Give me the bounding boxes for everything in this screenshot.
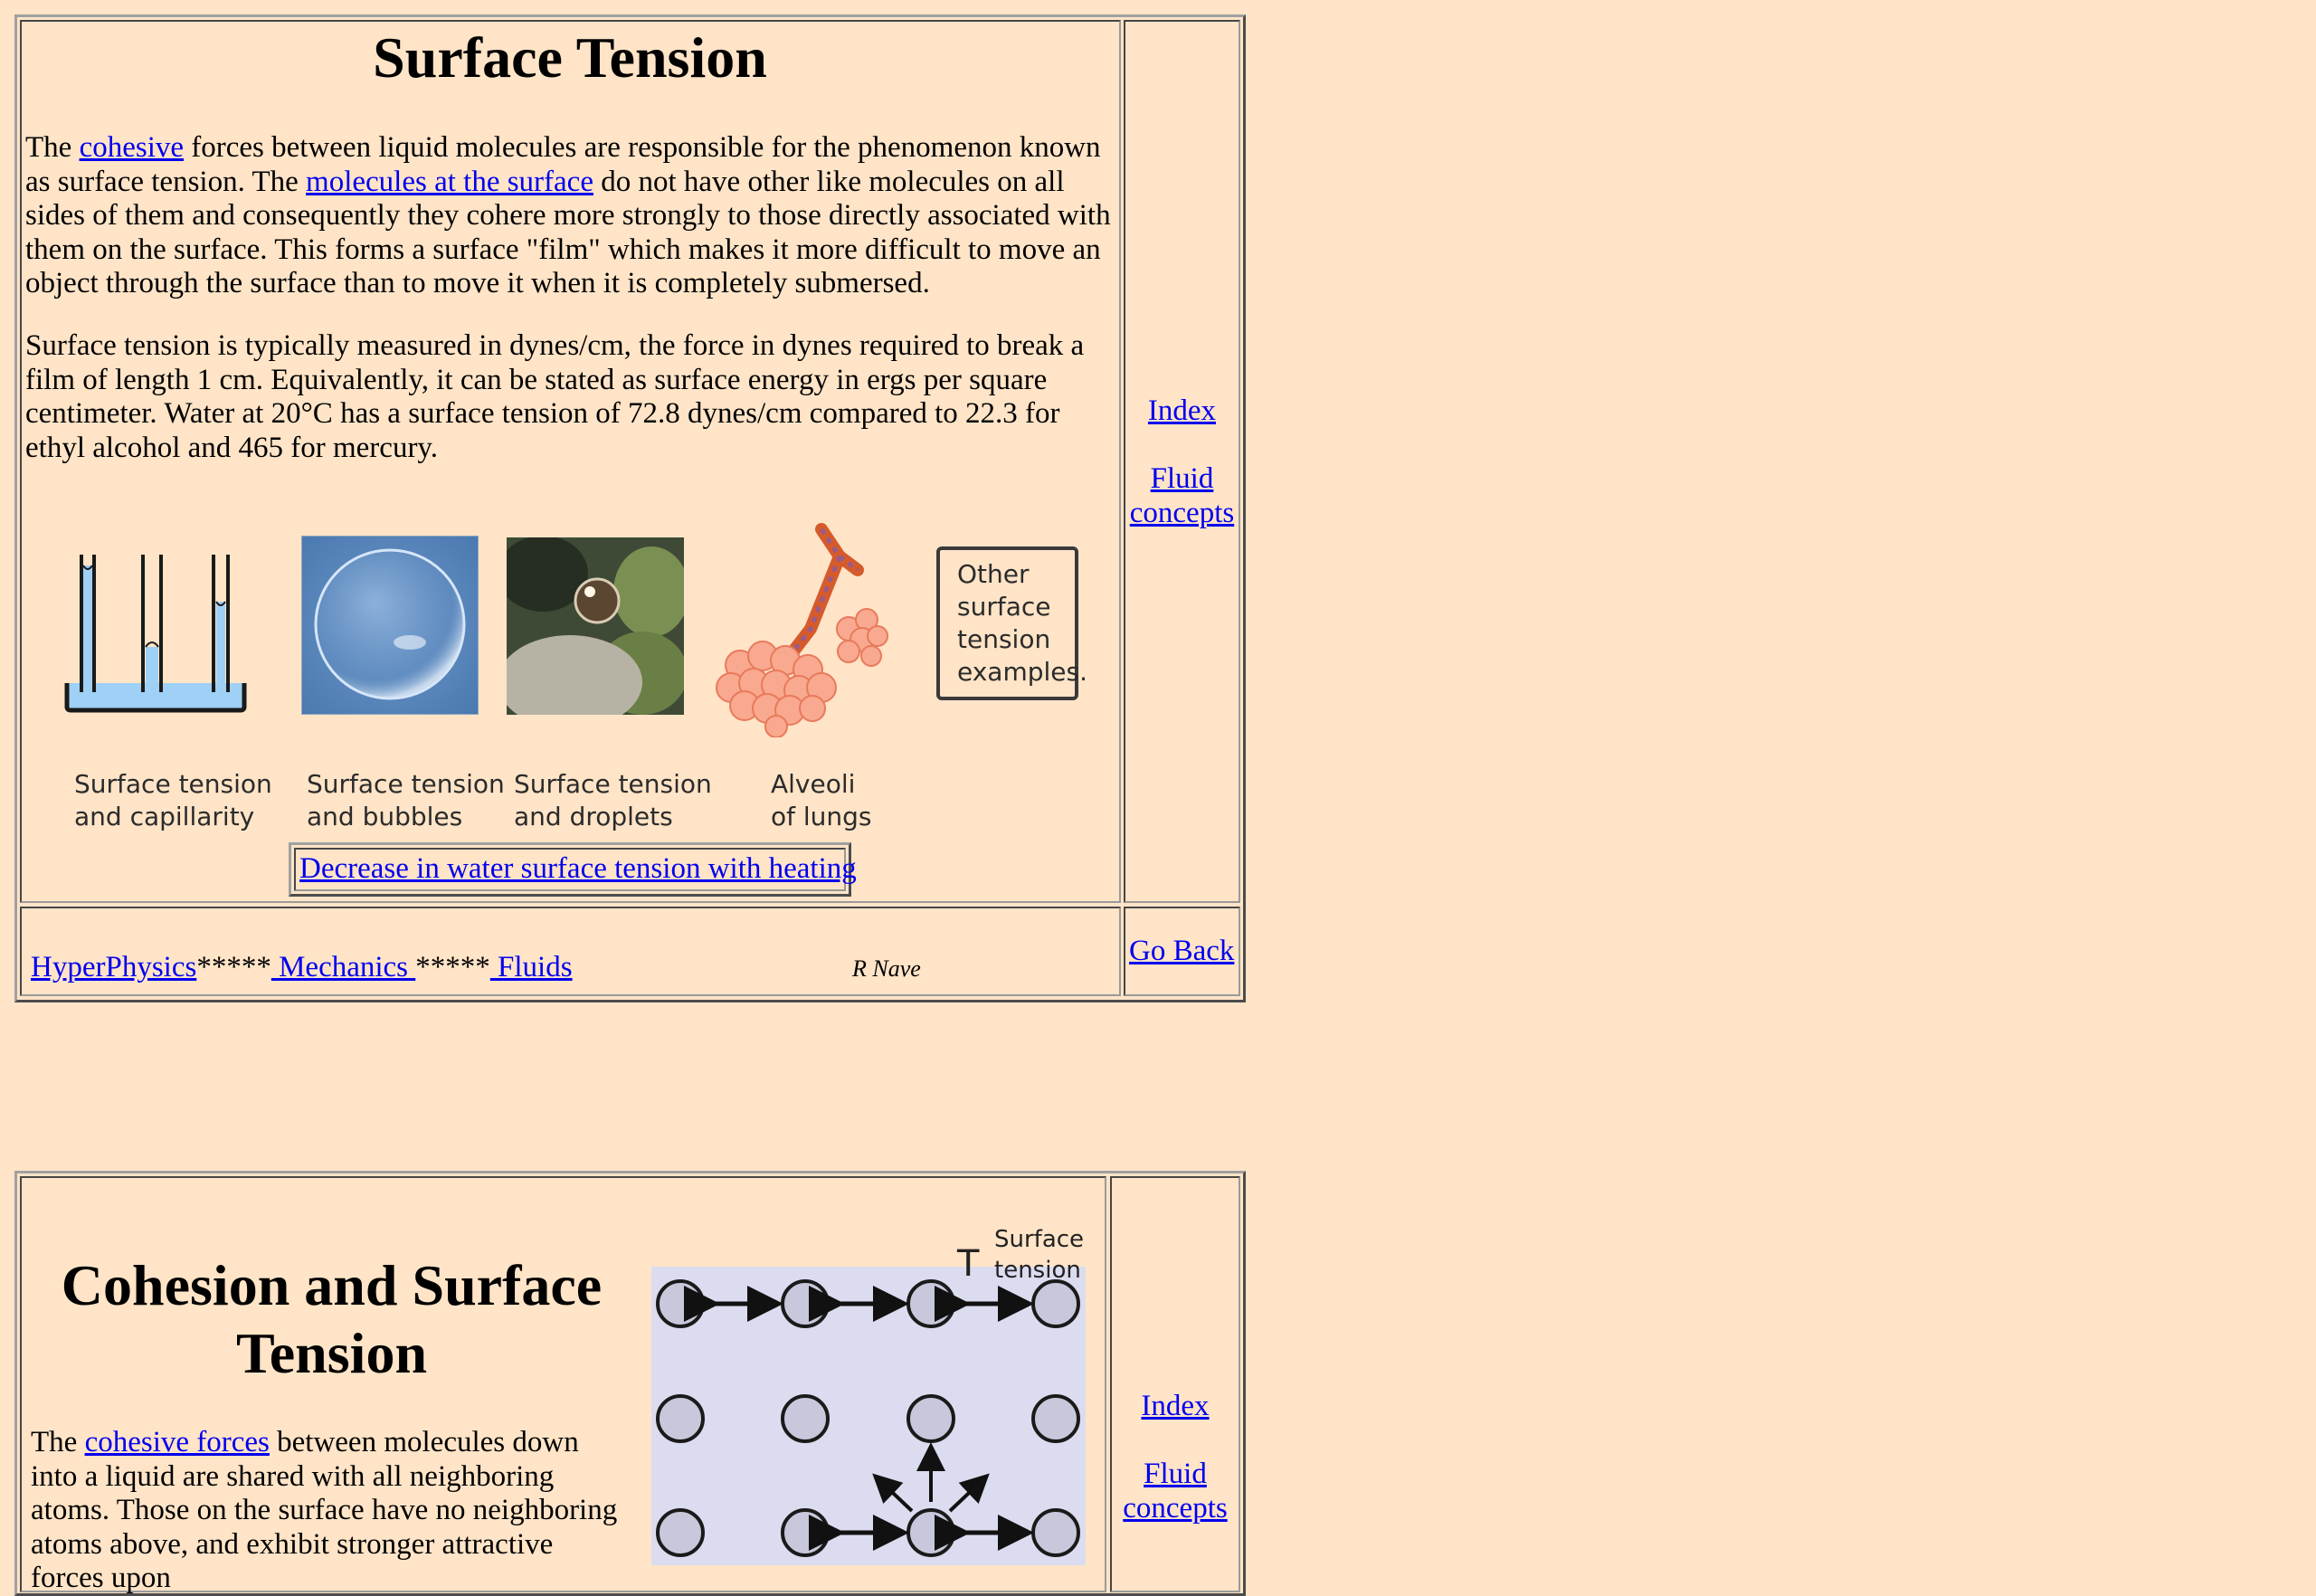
intro-paragraph: The cohesive forces between liquid molec…: [25, 131, 1115, 301]
breadcrumb: HyperPhysics***** Mechanics ***** Fluids: [31, 951, 573, 985]
droplet-image[interactable]: [507, 537, 684, 715]
side-nav-2-fluid: Fluid concepts: [1112, 1457, 1239, 1525]
bubbles-caption: Surface tension and bubbles: [307, 769, 505, 831]
index-link[interactable]: Index: [1148, 394, 1216, 428]
side-nav-1-fluid: Fluid concepts: [1125, 461, 1239, 530]
cohesion-paragraph: The cohesive forces between molecules do…: [31, 1426, 628, 1596]
fluid-concepts-link[interactable]: Fluid concepts: [1125, 461, 1239, 530]
breadcrumb-separator: *****: [415, 951, 490, 983]
surface-tension-label-1: Surface: [994, 1226, 1084, 1253]
cohesive-link[interactable]: cohesive: [80, 131, 184, 164]
droplets-caption: Surface tension and droplets: [514, 769, 712, 831]
capillarity-diagram[interactable]: [63, 547, 249, 715]
index-link-2[interactable]: Index: [1141, 1389, 1209, 1423]
alveoli-caption: Alveoli of lungs: [771, 769, 872, 831]
fluids-link[interactable]: Fluids: [490, 951, 573, 983]
cohesion-text-1: The: [31, 1426, 85, 1458]
alveoli-image[interactable]: [713, 520, 894, 737]
side-nav-1: Index: [1125, 394, 1239, 428]
breadcrumb-separator: *****: [196, 951, 271, 983]
mechanics-link[interactable]: Mechanics: [271, 951, 415, 983]
bubble-image[interactable]: [301, 536, 479, 715]
author-credit: R Nave: [852, 955, 921, 982]
other-examples-label: Other surface tension examples.: [957, 559, 1088, 687]
hyperphysics-link[interactable]: HyperPhysics: [31, 951, 196, 983]
side-nav-2: Index: [1112, 1389, 1239, 1423]
go-back-link[interactable]: Go Back: [1129, 935, 1234, 969]
cohesive-forces-link[interactable]: cohesive forces: [85, 1426, 270, 1458]
svg-text:Surface tension: Surface tension: [994, 1226, 1087, 1284]
capillarity-caption: Surface tension and capillarity: [74, 769, 272, 831]
fluid-concepts-link-2[interactable]: Fluid concepts: [1112, 1457, 1239, 1525]
heating-link[interactable]: Decrease in water surface tension with h…: [299, 852, 857, 887]
cohesion-title: Cohesion and Surface Tension: [61, 1253, 603, 1385]
tension-symbol: T: [956, 1243, 980, 1285]
cohesion-side-cell: [1110, 1176, 1240, 1592]
intro-text-1: The: [25, 131, 80, 164]
page-title: Surface Tension: [373, 25, 767, 90]
molecules-at-surface-link[interactable]: molecules at the surface: [306, 166, 593, 198]
molecule-diagram: T Surface tension: [651, 1226, 1087, 1565]
surface-tension-label-2: tension: [994, 1257, 1081, 1284]
measurement-paragraph: Surface tension is typically measured in…: [25, 329, 1085, 464]
